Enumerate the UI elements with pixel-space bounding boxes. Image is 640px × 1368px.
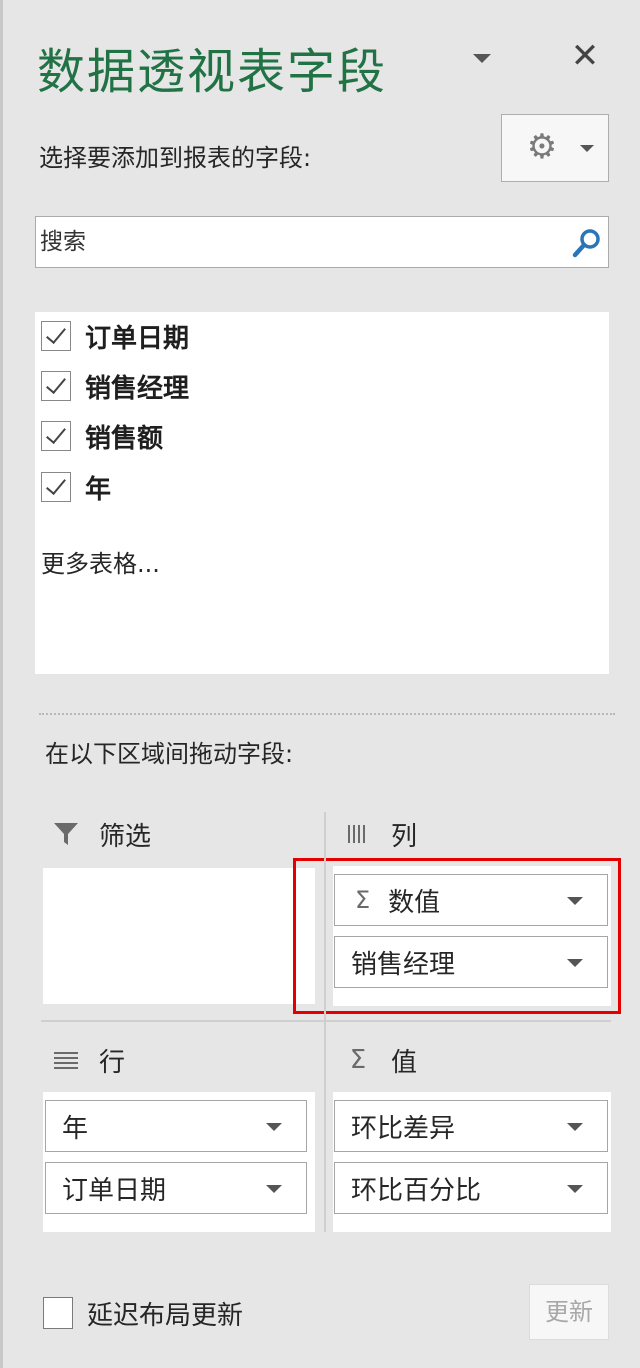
- rows-field-order-date[interactable]: 订单日期: [45, 1162, 307, 1214]
- defer-layout-update[interactable]: 延迟布局更新: [43, 1296, 244, 1331]
- chevron-down-icon: [580, 145, 594, 152]
- filters-drop-zone[interactable]: [43, 868, 315, 1004]
- update-button[interactable]: 更新: [529, 1284, 609, 1340]
- columns-icon: [343, 819, 373, 849]
- area-horizontal-divider: [41, 1020, 611, 1022]
- area-vertical-divider: [324, 812, 326, 1232]
- field-item-order-date[interactable]: 订单日期: [41, 316, 441, 356]
- field-list: 订单日期 销售经理 销售额 年 更多表格...: [35, 312, 609, 674]
- search-input[interactable]: [40, 223, 560, 261]
- field-label: 销售经理: [85, 373, 190, 404]
- rows-area-header: 行: [51, 1040, 125, 1080]
- defer-layout-label: 延迟布局更新: [87, 1300, 244, 1331]
- rows-area-label: 行: [99, 1047, 126, 1078]
- task-pane-options-button[interactable]: [469, 48, 495, 68]
- field-checkbox[interactable]: [41, 421, 71, 451]
- field-item-sales-amount[interactable]: 销售额: [41, 416, 441, 456]
- filters-area-header: 筛选: [51, 814, 151, 854]
- pane-title: 数据透视表字段: [37, 44, 388, 100]
- values-area-label: 值: [391, 1047, 418, 1078]
- field-label: 销售额: [85, 423, 164, 454]
- field-layout-settings-button[interactable]: ⚙: [501, 114, 609, 182]
- search-box[interactable]: [35, 216, 609, 268]
- sigma-icon: Σ: [349, 1045, 367, 1075]
- field-checkbox[interactable]: [41, 472, 71, 502]
- field-label: 年: [85, 474, 112, 505]
- filter-icon: [51, 819, 81, 849]
- more-tables-link[interactable]: 更多表格...: [41, 544, 160, 579]
- pill-label: 年: [62, 1113, 89, 1144]
- chevron-down-icon[interactable]: [567, 1185, 583, 1193]
- chevron-down-icon[interactable]: [266, 1185, 282, 1193]
- defer-layout-checkbox[interactable]: [43, 1297, 73, 1329]
- field-label: 订单日期: [85, 323, 190, 354]
- filters-area-label: 筛选: [99, 821, 152, 852]
- chevron-down-icon[interactable]: [266, 1123, 282, 1131]
- field-item-sales-manager[interactable]: 销售经理: [41, 366, 441, 406]
- values-field-mom-difference[interactable]: 环比差异: [334, 1100, 608, 1152]
- rows-field-year[interactable]: 年: [45, 1100, 307, 1152]
- choose-fields-label: 选择要添加到报表的字段:: [39, 144, 312, 172]
- pill-label: 订单日期: [62, 1175, 167, 1206]
- section-divider: [39, 713, 615, 715]
- pill-label: 环比差异: [351, 1113, 456, 1144]
- values-field-mom-percentage[interactable]: 环比百分比: [334, 1162, 608, 1214]
- pivot-field-pane: 数据透视表字段 ✕ 选择要添加到报表的字段: ⚙ 订单日期 销售经理 销售额 年: [0, 0, 640, 1368]
- chevron-down-icon[interactable]: [567, 1123, 583, 1131]
- rows-icon: [51, 1045, 81, 1075]
- field-checkbox[interactable]: [41, 371, 71, 401]
- values-area-header: Σ 值: [343, 1040, 417, 1080]
- field-item-year[interactable]: 年: [41, 467, 441, 507]
- drag-fields-hint: 在以下区域间拖动字段:: [45, 740, 294, 768]
- gear-icon: ⚙: [526, 127, 558, 167]
- close-button[interactable]: ✕: [565, 36, 605, 76]
- field-checkbox[interactable]: [41, 321, 71, 351]
- columns-area-header: 列: [343, 814, 417, 854]
- columns-area-label: 列: [391, 821, 418, 852]
- red-highlight-box: [293, 858, 621, 1014]
- pill-label: 环比百分比: [351, 1175, 482, 1206]
- magnifier-icon[interactable]: [570, 227, 604, 259]
